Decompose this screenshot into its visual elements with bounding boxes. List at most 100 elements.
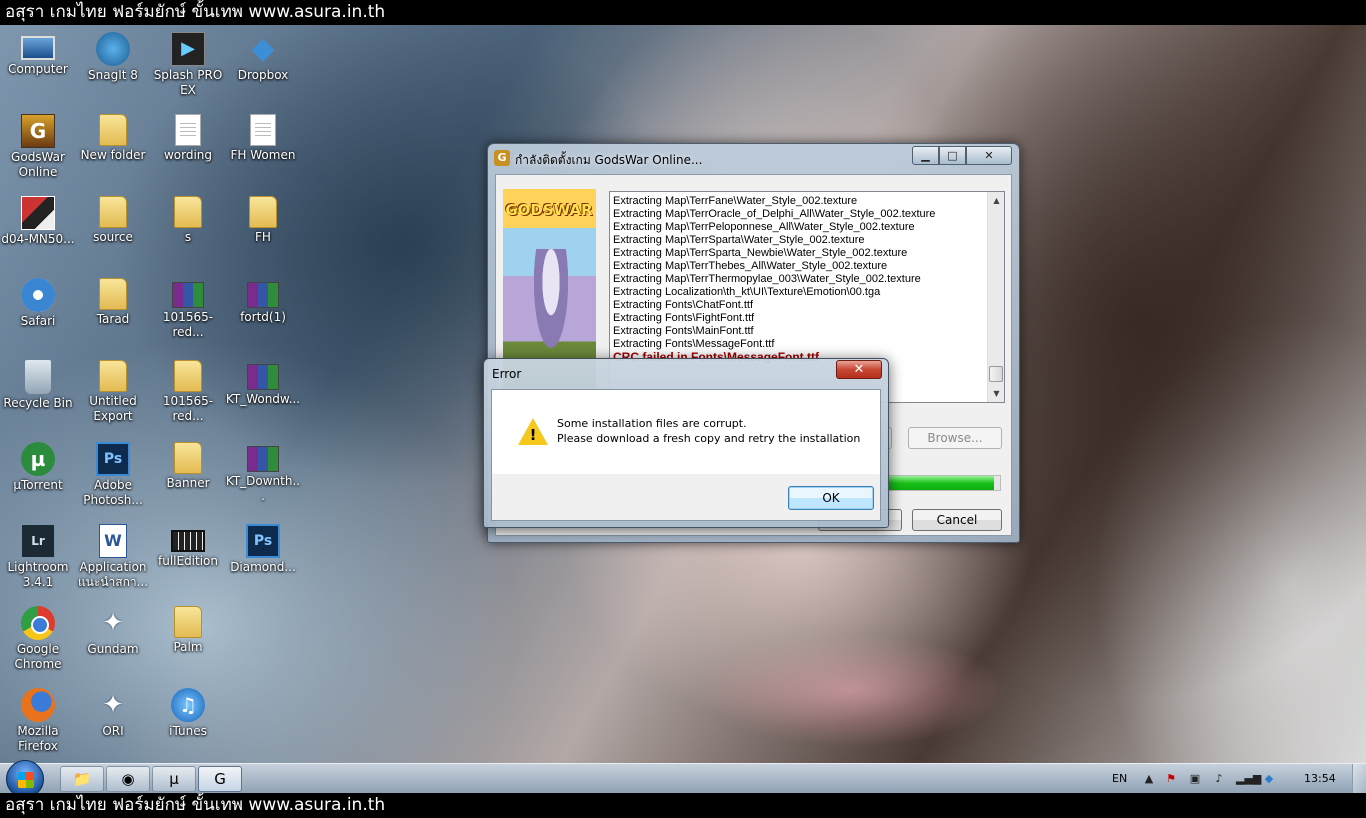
desktop-icon[interactable]: Tarad [75,274,151,354]
minimize-button[interactable]: ▁ [912,146,939,165]
desktop-icon[interactable]: KT_Downth... [225,438,301,518]
chrome-icon [21,606,55,640]
winrar-icon [247,364,279,390]
log-line: Extracting Map\TerrSparta_Newbie\Water_S… [613,247,908,259]
word-document-icon: W [99,524,127,558]
desktop-icon-label: Mozilla Firefox [17,724,59,753]
log-line: Extracting Map\TerrThebes_All\Water_Styl… [613,260,888,272]
bottom-banner-text: อสุรา เกมไทย ฟอร์มยักษ์ ขั้นเทพ www.asur… [0,793,1366,818]
desktop-icon[interactable]: s [150,192,226,272]
desktop-icon-label: FH Women [230,148,296,162]
log-line: Extracting Map\TerrThermopylae_003\Water… [613,273,921,285]
log-line: Extracting Fonts\FightFont.ttf [613,312,755,324]
gundam-icon: ✦ [102,690,124,720]
desktop-icon[interactable]: ◆ Dropbox [225,28,301,108]
desktop-icon[interactable]: GodsWar Online [0,110,76,190]
taskbar: 📁 ◉ µ G EN ▲ ⚑ ▣ ♪ ▂▄▆ ◆ 13:54 [0,760,1366,798]
desktop-icon-label: Tarad [96,312,130,326]
desktop-icon[interactable]: Computer [0,28,76,108]
video-icon [171,530,205,552]
network-signal-icon[interactable]: ▂▄▆ [1236,772,1261,786]
desktop-icon-label: iTunes [169,724,207,738]
log-line: Extracting Fonts\ChatFont.ttf [613,299,754,311]
cancel-button[interactable]: Cancel [912,509,1002,531]
recycle-bin-icon [25,360,51,394]
action-center-flag-icon[interactable]: ⚑ [1164,772,1178,786]
taskbar-chrome-icon[interactable]: ◉ [106,766,150,792]
desktop-icon-label: Lightroom 3.4.1 [7,560,69,589]
desktop-icon[interactable]: 101565-red... [150,274,226,354]
desktop-icon-label: Computer [8,62,68,76]
desktop-icon[interactable]: wording [150,110,226,190]
safari-icon [21,278,55,312]
folder-icon [99,196,127,228]
folder-icon [174,606,202,638]
log-line: Extracting Map\TerrFane\Water_Style_002.… [613,195,858,207]
usb-device-icon[interactable]: ▣ [1188,772,1202,786]
maximize-button[interactable]: □ [939,146,966,165]
desktop-icon[interactable]: µ µTorrent [0,438,76,518]
desktop-icon[interactable]: Safari [0,274,76,354]
desktop-icon[interactable]: Ps Adobe Photosh... [75,438,151,518]
clock[interactable]: 13:54 [1304,764,1336,794]
install-progress-bar [886,475,1001,491]
error-dialog: Error ✕ ! Some installation files are co… [483,358,889,528]
winrar-icon [172,282,204,308]
show-hidden-icons-chevron-icon[interactable]: ▲ [1142,772,1156,786]
desktop-icon[interactable]: Mozilla Firefox [0,684,76,763]
desktop-icon[interactable]: d04-MN50... [0,192,76,272]
desktop-icon[interactable]: Google Chrome [0,602,76,682]
desktop-icon[interactable]: KT_Wondw... [225,356,301,436]
error-dialog-title: Error [492,367,522,381]
desktop-icon[interactable]: Palm [150,602,226,682]
desktop-icon[interactable]: fortd(1) [225,274,301,354]
desktop-icon[interactable]: Banner [150,438,226,518]
document-icon [250,114,276,146]
desktop-icon[interactable]: Untitled Export [75,356,151,436]
desktop-icon[interactable]: fullEdition [150,520,226,600]
desktop-icon[interactable]: FH Women [225,110,301,190]
desktop-icon[interactable]: W Application แนะนำสกา... [75,520,151,600]
scroll-thumb[interactable] [989,366,1003,382]
folder-icon [174,196,202,228]
desktop-icon[interactable]: 101565-red... [150,356,226,436]
desktop-icon-label: SnagIt 8 [88,68,138,82]
language-indicator[interactable]: EN [1112,764,1127,794]
log-line: Extracting Map\TerrPeloponnese_All\Water… [613,221,915,233]
desktop-icon[interactable]: source [75,192,151,272]
browse-button[interactable]: Browse... [908,427,1002,449]
desktop-icon-label: Application แนะนำสกา... [77,560,149,589]
desktop-icon[interactable]: Splash PRO EX [150,28,226,108]
desktop-icon[interactable]: Ps Diamond... [225,520,301,600]
log-scrollbar[interactable]: ▲ ▼ [987,192,1004,402]
desktop-icon-label: Banner [166,476,210,490]
desktop-icon[interactable]: ✦ Gundam [75,602,151,682]
desktop-icon-label: d04-MN50... [1,232,75,246]
installer-titlebar[interactable]: G กำลังติดตั้งเกม GodsWar Online... ▁ □ … [488,144,1019,172]
desktop-icon[interactable]: Recycle Bin [0,356,76,436]
dropbox-tray-icon[interactable]: ◆ [1262,772,1276,786]
volume-icon[interactable]: ♪ [1212,772,1226,786]
scroll-down-arrow-icon[interactable]: ▼ [988,385,1004,402]
ok-button[interactable]: OK [788,486,874,510]
error-message-line2: Please download a fresh copy and retry t… [557,432,861,445]
desktop-icon[interactable]: New folder [75,110,151,190]
taskbar-utorrent-icon[interactable]: µ [152,766,196,792]
snagit-icon [96,32,130,66]
scroll-up-arrow-icon[interactable]: ▲ [988,192,1004,209]
desktop-icon-label: Adobe Photosh... [83,478,143,507]
desktop-icon[interactable]: Lr Lightroom 3.4.1 [0,520,76,600]
desktop-icon[interactable]: SnagIt 8 [75,28,151,108]
taskbar-explorer-icon[interactable]: 📁 [60,766,104,792]
desktop-icon[interactable]: ♫ iTunes [150,684,226,763]
desktop-icon-label: Palm [173,640,203,654]
image-icon [21,196,55,230]
desktop-icon-label: wording [163,148,213,162]
taskbar-godswar-installer-icon[interactable]: G [198,766,242,792]
desktop-icon[interactable]: ✦ ORI [75,684,151,763]
desktop-icon[interactable]: FH [225,192,301,272]
desktop-icon-label: µTorrent [13,478,63,492]
close-button[interactable]: ✕ [966,146,1012,165]
show-desktop-button[interactable] [1352,764,1366,794]
error-close-button[interactable]: ✕ [836,360,882,379]
